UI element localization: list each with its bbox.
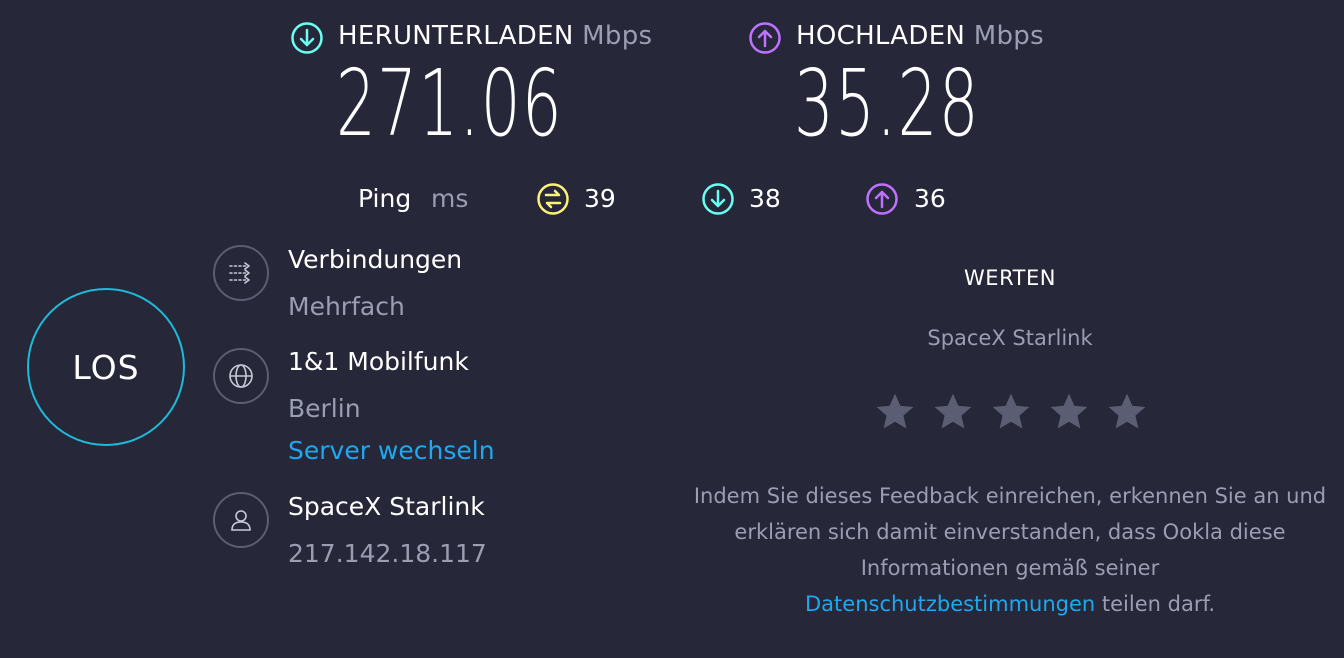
ping-download-value: 38 [749,184,781,213]
upload-heading: HOCHLADEN Mbps [796,21,1044,51]
connections-value: Mehrfach [288,292,405,321]
download-label: HERUNTERLADEN [338,21,574,51]
rating-title: WERTEN [964,266,1056,290]
feedback-disclaimer: Indem Sie dieses Feedback einreichen, er… [690,478,1330,622]
star-icon[interactable] [873,390,917,434]
privacy-policy-link[interactable]: Datenschutzbestimmungen [805,592,1095,616]
upload-icon [748,21,782,55]
upload-label: HOCHLADEN [796,21,966,51]
download-icon [290,21,324,55]
ping-idle-value: 39 [584,184,616,213]
star-icon[interactable] [1047,390,1091,434]
rating-panel: WERTEN SpaceX Starlink Indem Sie dieses … [690,266,1330,626]
globe-icon [213,348,269,404]
idle-latency-icon [536,182,570,216]
feedback-text: Indem Sie dieses Feedback einreichen, er… [693,484,1327,580]
server-location: Berlin [288,394,361,423]
star-icon[interactable] [931,390,975,434]
upload-unit: Mbps [973,21,1044,51]
upload-latency-icon [865,182,899,216]
star-icon[interactable] [989,390,1033,434]
rating-isp: SpaceX Starlink [927,326,1093,350]
ping-unit: ms [431,184,469,213]
feedback-suffix: teilen darf. [1095,592,1215,616]
go-button-label: LOS [72,347,140,387]
download-heading: HERUNTERLADEN Mbps [338,21,652,51]
connections-title: Verbindungen [288,245,463,274]
ping-upload-value: 36 [914,184,946,213]
provider-ip: 217.142.18.117 [288,539,487,568]
provider-title: SpaceX Starlink [288,492,485,521]
star-rating [873,390,1149,434]
user-icon [213,492,269,548]
server-title: 1&1 Mobilfunk [288,347,469,376]
upload-value: 35.28 [794,50,980,157]
connections-icon[interactable] [213,245,269,301]
go-button[interactable]: LOS [27,288,185,446]
ping-label: Ping [358,184,412,213]
download-unit: Mbps [582,21,653,51]
change-server-link[interactable]: Server wechseln [288,436,495,465]
ping-row: Ping ms 39 38 36 [358,182,978,218]
download-latency-icon [701,182,735,216]
star-icon[interactable] [1105,390,1149,434]
download-value: 271.06 [336,50,564,157]
